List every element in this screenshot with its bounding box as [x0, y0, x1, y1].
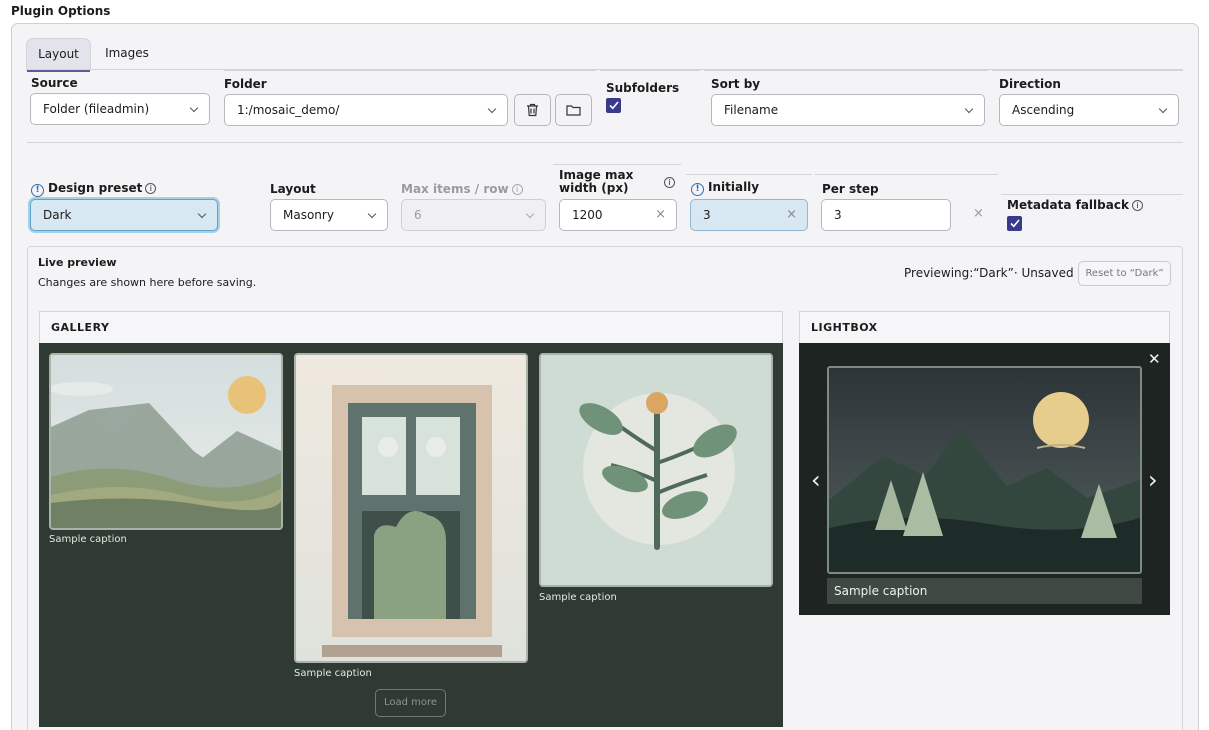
direction-topline: [992, 70, 1183, 71]
metadata-topline: [1001, 194, 1183, 195]
lightbox-header: LIGHTBOX: [799, 311, 1170, 343]
gallery-caption: Sample caption: [539, 592, 617, 603]
landscape-image: [51, 355, 281, 528]
info-icon[interactable]: i: [145, 183, 157, 194]
design-preset-value: Dark: [43, 208, 72, 222]
live-preview-title: Live preview: [38, 256, 117, 269]
chevron-down-icon: [367, 209, 377, 219]
metadata-fallback-label: Metadata fallback i: [1007, 198, 1143, 212]
image-max-width-label: Image max width (px): [559, 169, 633, 195]
initially-input[interactable]: 3 ×: [690, 199, 808, 231]
image-max-width-label-line2: width (px): [559, 181, 629, 195]
chevron-down-icon: [487, 104, 497, 114]
subfolders-label: Subfolders: [606, 81, 680, 95]
layout-label: Layout: [270, 182, 316, 196]
next-arrow-icon[interactable]: ›: [1148, 468, 1158, 492]
page-title: Plugin Options: [11, 4, 111, 18]
gallery-tile[interactable]: [49, 353, 283, 530]
source-value: Folder (fileadmin): [43, 102, 150, 116]
initially-label-text: Initially: [708, 180, 760, 194]
reset-preset-button[interactable]: Reset to “Dark”: [1078, 261, 1171, 286]
chevron-down-icon: [964, 104, 974, 114]
initially-topline: [686, 174, 812, 175]
initially-value: 3: [703, 208, 711, 222]
subfolders-topline: [600, 70, 700, 71]
sortby-select[interactable]: Filename: [711, 94, 985, 126]
per-step-value: 3: [834, 208, 842, 222]
chevron-down-icon: [525, 209, 535, 219]
live-preview-subtitle: Changes are shown here before saving.: [38, 276, 257, 289]
browse-folder-button[interactable]: [555, 94, 592, 126]
max-items-label-text: Max items / row: [401, 182, 509, 196]
image-max-width-input[interactable]: 1200 ×: [559, 199, 677, 231]
source-select[interactable]: Folder (fileadmin): [30, 93, 210, 125]
info-icon[interactable]: i: [1131, 200, 1143, 211]
info-icon[interactable]: i: [511, 184, 523, 195]
chevron-down-icon: [197, 209, 207, 219]
info-icon[interactable]: i: [664, 177, 675, 188]
design-preset-select[interactable]: Dark: [30, 199, 218, 231]
delete-folder-button[interactable]: [514, 94, 551, 126]
folder-icon: [566, 105, 581, 116]
gallery-caption: Sample caption: [294, 668, 372, 679]
metadata-fallback-checkbox[interactable]: [1007, 216, 1022, 231]
metadata-fallback-label-text: Metadata fallback: [1007, 198, 1129, 212]
prev-arrow-icon[interactable]: ‹: [811, 468, 821, 492]
maxwidth-topline: [553, 164, 681, 165]
check-icon: [1009, 219, 1020, 228]
folder-select[interactable]: 1:/mosaic_demo/: [224, 94, 508, 126]
perstep-topline: [815, 174, 998, 175]
folder-topline: [224, 70, 596, 71]
layout-value: Masonry: [283, 208, 334, 222]
max-items-value: 6: [414, 208, 422, 222]
direction-select[interactable]: Ascending: [999, 94, 1179, 126]
lightbox-image[interactable]: [827, 366, 1142, 574]
sortby-value: Filename: [724, 103, 779, 117]
lightbox-caption: Sample caption: [827, 578, 1142, 604]
night-landscape-image: [829, 368, 1140, 572]
window-image: [296, 355, 526, 661]
preview-status: Previewing:“Dark”· Unsaved: [904, 266, 1074, 280]
design-preset-label-text: Design preset: [48, 181, 143, 195]
clear-icon[interactable]: ×: [655, 200, 666, 230]
trash-icon: [527, 103, 538, 117]
clear-icon[interactable]: ×: [786, 200, 797, 230]
load-more-button[interactable]: Load more: [375, 689, 446, 717]
direction-label: Direction: [999, 77, 1061, 91]
gallery-tile[interactable]: [294, 353, 528, 663]
tab-layout[interactable]: Layout: [26, 38, 91, 72]
folder-value: 1:/mosaic_demo/: [237, 103, 340, 117]
per-step-clear-icon[interactable]: ×: [973, 206, 984, 221]
chevron-down-icon: [1158, 104, 1168, 114]
section-divider: [27, 142, 1183, 143]
max-items-label: Max items / row i: [401, 182, 523, 196]
check-icon: [608, 101, 619, 110]
tab-images[interactable]: Images: [96, 38, 158, 70]
source-label: Source: [31, 76, 78, 90]
warning-icon: !: [31, 184, 44, 197]
image-max-width-value: 1200: [572, 208, 603, 222]
subfolders-checkbox[interactable]: [606, 98, 621, 113]
sortby-topline: [704, 70, 988, 71]
close-icon[interactable]: ✕: [1148, 350, 1161, 368]
gallery-tile[interactable]: [539, 353, 773, 587]
direction-value: Ascending: [1012, 103, 1075, 117]
plant-image: [541, 355, 771, 585]
sortby-label: Sort by: [711, 77, 761, 91]
initially-label: ! Initially: [691, 180, 759, 196]
gallery-caption: Sample caption: [49, 534, 127, 545]
per-step-label: Per step: [822, 182, 879, 196]
design-preset-label: ! Design preset i: [31, 181, 157, 197]
folder-label: Folder: [224, 77, 267, 91]
gallery-header: GALLERY: [39, 311, 783, 343]
chevron-down-icon: [189, 103, 199, 113]
layout-select[interactable]: Masonry: [270, 199, 388, 231]
max-items-select: 6: [401, 199, 546, 231]
warning-icon: !: [691, 183, 704, 196]
per-step-input[interactable]: 3: [821, 199, 951, 231]
